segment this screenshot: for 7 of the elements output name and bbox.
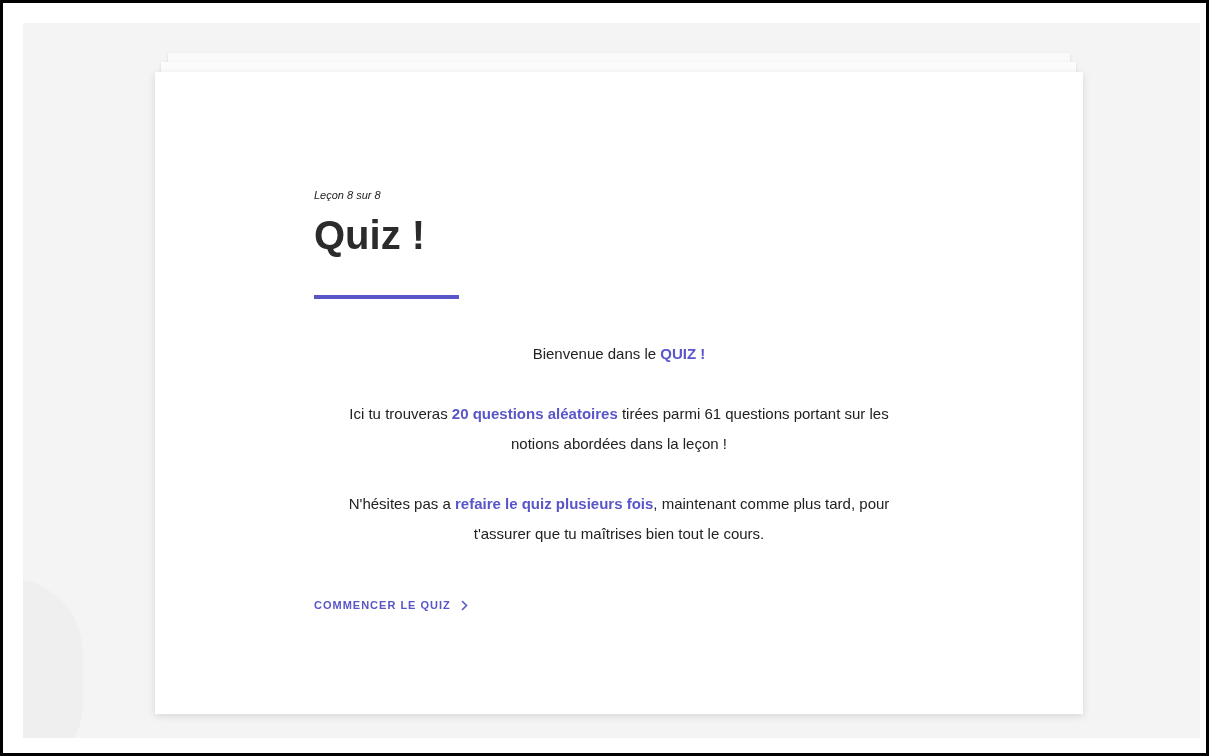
lesson-number: Leçon 8 sur 8 <box>314 188 382 203</box>
start-quiz-link[interactable]: COMMENCER LE QUIZ <box>314 597 468 614</box>
intro-paragraph: N'hésites pas a refaire le quiz plusieurs fois, maintenant comme plus tard, pour t'assurer que tu maîtrises bien tout le cours. <box>347 494 891 544</box>
chevron-right-icon <box>460 599 468 611</box>
lesson-title: Quiz ! <box>314 212 427 259</box>
intro-paragraph: Bienvenue dans le QUIZ ! <box>531 344 707 364</box>
intro-paragraph: Ici tu trouveras 20 questions aléatoires tirées parmi 61 questions portant sur les notions abordées dans la leçon ! <box>348 404 890 454</box>
